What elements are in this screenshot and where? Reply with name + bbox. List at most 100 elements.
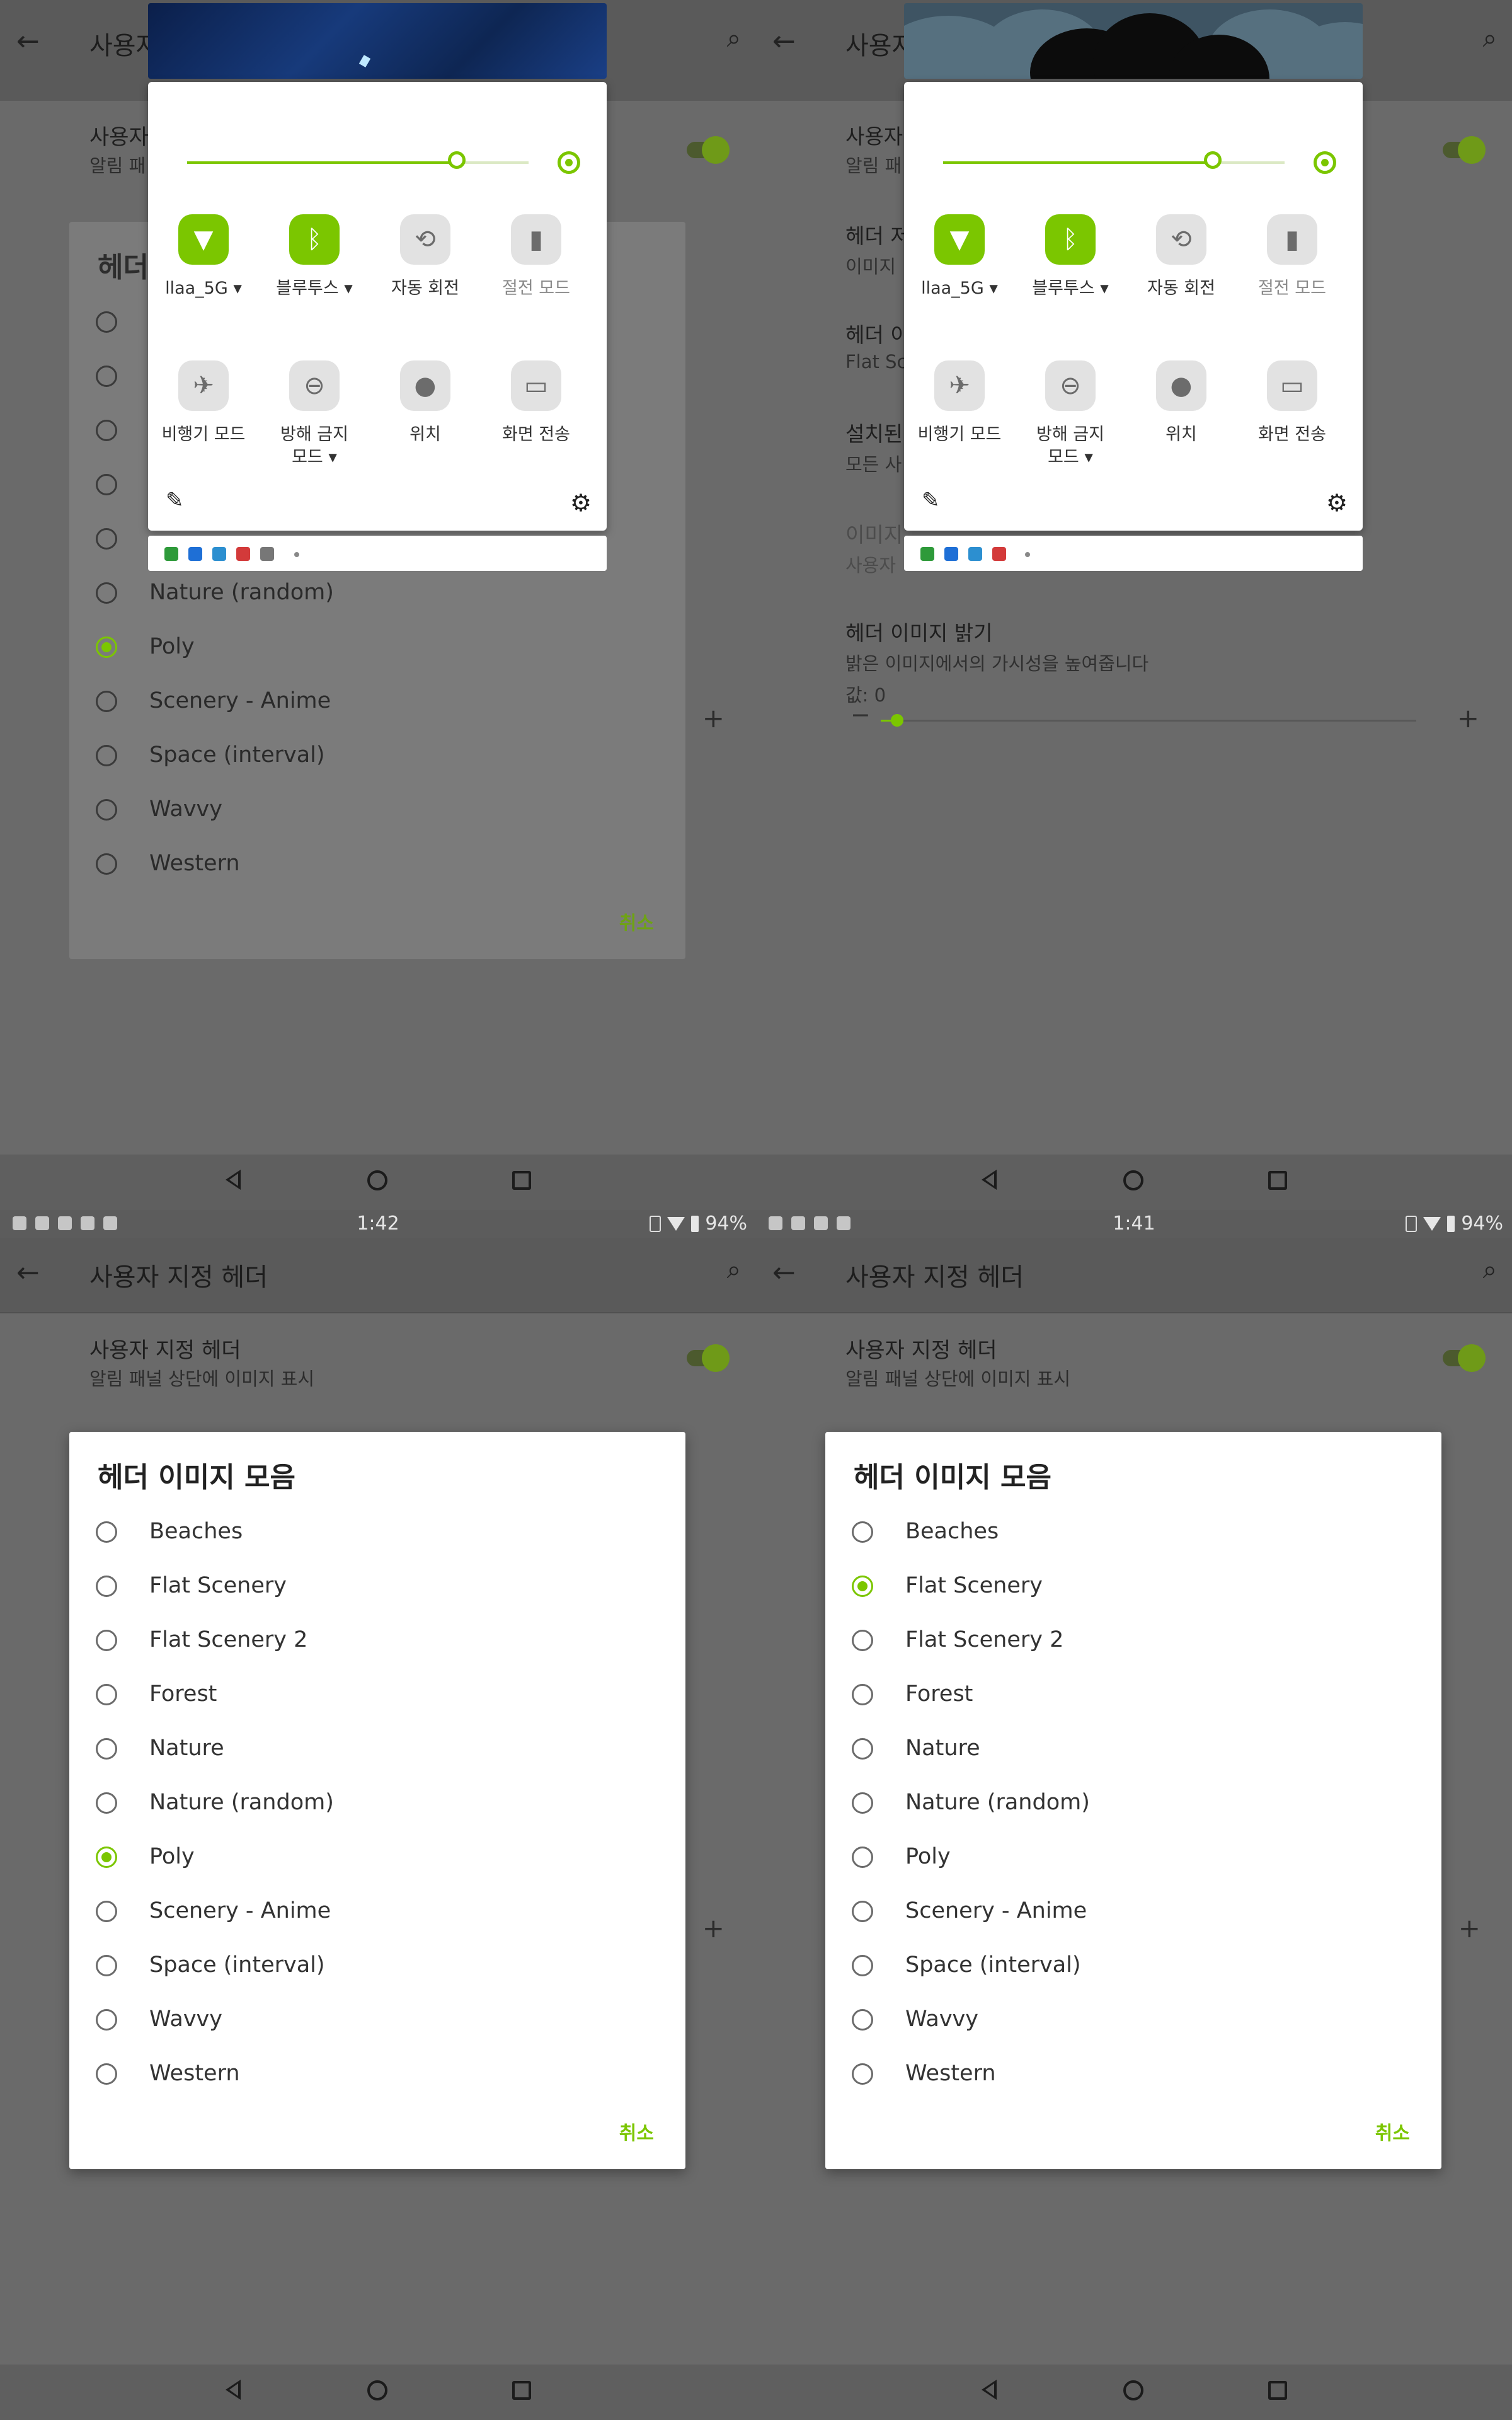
option-forest[interactable]: Forest [96, 1676, 663, 1731]
option-flat-scenery[interactable]: Flat Scenery [96, 1568, 663, 1622]
radio-icon[interactable] [852, 2009, 873, 2031]
edit-pencil-icon[interactable]: ✎ [166, 488, 184, 513]
tile-airplane[interactable]: ✈ 비행기 모드 [904, 360, 1015, 499]
edit-pencil-icon[interactable]: ✎ [922, 488, 940, 513]
search-icon[interactable]: ⌕ [727, 24, 741, 53]
location-icon[interactable]: ● [400, 360, 450, 411]
option-space-interval[interactable]: Space (interval) [852, 1947, 1419, 2002]
nav-recents-icon[interactable] [512, 2381, 531, 2400]
nav-home-icon[interactable] [1123, 2380, 1143, 2400]
minus-icon[interactable]: − [850, 701, 871, 729]
pref-header-image[interactable]: 헤더 이 [845, 318, 910, 349]
tile-cast[interactable]: ▭ 화면 전송 [481, 360, 592, 499]
option-beaches[interactable]: Beaches [852, 1514, 1419, 1568]
radio-checked-icon[interactable] [852, 1576, 873, 1597]
nav-recents-icon[interactable] [1268, 1171, 1287, 1190]
nav-recents-icon[interactable] [1268, 2381, 1287, 2400]
option-wavvy[interactable]: Wavvy [96, 2002, 663, 2056]
nav-recents-icon[interactable] [512, 1171, 531, 1190]
option-western[interactable]: Western [96, 2056, 663, 2110]
cancel-button[interactable]: 취소 [619, 908, 654, 935]
tile-location[interactable]: ● 위치 [1126, 360, 1237, 499]
radio-icon[interactable] [852, 1738, 873, 1760]
option-space-interval[interactable]: Space (interval) [96, 737, 663, 792]
back-arrow-icon[interactable]: ← [16, 1257, 40, 1289]
tile-cast[interactable]: ▭ 화면 전송 [1237, 360, 1348, 499]
radio-icon[interactable] [852, 1955, 873, 1976]
auto-brightness-icon[interactable] [558, 151, 580, 174]
nav-back-icon[interactable] [226, 1170, 241, 1190]
radio-checked-icon[interactable] [96, 1847, 117, 1868]
notification-icons-strip[interactable] [148, 536, 607, 571]
custom-header-toggle[interactable] [1443, 136, 1486, 164]
auto-rotate-icon[interactable]: ⟲ [400, 214, 450, 265]
cast-icon[interactable]: ▭ [511, 360, 561, 411]
radio-icon[interactable] [96, 420, 117, 441]
radio-icon[interactable] [96, 1684, 117, 1705]
tile-bluetooth[interactable]: ᛒ 블루투스 ▾ [259, 214, 370, 353]
option-nature-random[interactable]: Nature (random) [852, 1785, 1419, 1839]
option-nature[interactable]: Nature [96, 1731, 663, 1785]
auto-rotate-icon[interactable]: ⟲ [1156, 214, 1206, 265]
tile-wifi[interactable]: ▼ llaa_5G ▾ [904, 214, 1015, 353]
tile-do-not-disturb[interactable]: ⊖ 방해 금지 모드 ▾ [259, 360, 370, 499]
slider-thumb-icon[interactable] [890, 714, 903, 727]
tile-location[interactable]: ● 위치 [370, 360, 481, 499]
radio-icon[interactable] [96, 1901, 117, 1922]
battery-saver-icon[interactable]: ▮ [1267, 214, 1317, 265]
radio-icon[interactable] [96, 1630, 117, 1651]
radio-icon[interactable] [852, 2063, 873, 2085]
radio-icon[interactable] [96, 2009, 117, 2031]
airplane-icon[interactable]: ✈ [934, 360, 985, 411]
radio-icon[interactable] [852, 1630, 873, 1651]
option-flat-scenery-2[interactable]: Flat Scenery 2 [852, 1622, 1419, 1676]
airplane-icon[interactable]: ✈ [178, 360, 229, 411]
cancel-button[interactable]: 취소 [619, 2118, 654, 2145]
radio-icon[interactable] [96, 1738, 117, 1760]
option-wavvy[interactable]: Wavvy [852, 2002, 1419, 2056]
radio-icon[interactable] [96, 1792, 117, 1814]
battery-saver-icon[interactable]: ▮ [511, 214, 561, 265]
option-scenery-anime[interactable]: Scenery - Anime [96, 683, 663, 737]
settings-gear-icon[interactable]: ⚙ [570, 489, 592, 517]
custom-header-toggle[interactable] [1443, 1344, 1486, 1372]
radio-icon[interactable] [96, 1576, 117, 1597]
radio-icon[interactable] [96, 582, 117, 604]
notification-icons-strip[interactable] [904, 536, 1363, 571]
radio-icon[interactable] [96, 853, 117, 875]
custom-header-toggle[interactable] [687, 136, 730, 164]
option-forest[interactable]: Forest [852, 1676, 1419, 1731]
radio-icon[interactable] [96, 1521, 117, 1543]
option-beaches[interactable]: Beaches [96, 1514, 663, 1568]
option-western[interactable]: Western [852, 2056, 1419, 2110]
brightness-thumb-icon[interactable] [1204, 151, 1222, 169]
brightness-slider[interactable] [187, 151, 529, 169]
plus-icon[interactable]: + [702, 1913, 724, 1944]
bluetooth-icon[interactable]: ᛒ [289, 214, 340, 265]
tile-do-not-disturb[interactable]: ⊖ 방해 금지 모드 ▾ [1015, 360, 1126, 499]
nav-back-icon[interactable] [982, 1170, 997, 1190]
tile-wifi[interactable]: ▼ llaa_5G ▾ [148, 214, 259, 353]
radio-icon[interactable] [96, 528, 117, 550]
option-western[interactable]: Western [96, 846, 663, 900]
option-nature-random[interactable]: Nature (random) [96, 575, 663, 629]
back-arrow-icon[interactable]: ← [772, 1257, 796, 1289]
radio-icon[interactable] [96, 474, 117, 495]
option-nature[interactable]: Nature [852, 1731, 1419, 1785]
radio-icon[interactable] [96, 691, 117, 712]
nav-home-icon[interactable] [367, 1170, 387, 1190]
option-poly[interactable]: Poly [96, 629, 663, 683]
auto-brightness-icon[interactable] [1314, 151, 1336, 174]
wifi-icon[interactable]: ▼ [178, 214, 229, 265]
radio-icon[interactable] [96, 799, 117, 821]
location-icon[interactable]: ● [1156, 360, 1206, 411]
plus-icon[interactable]: + [702, 703, 724, 734]
option-poly[interactable]: Poly [96, 1839, 663, 1893]
search-icon[interactable]: ⌕ [727, 1255, 741, 1284]
nav-home-icon[interactable] [367, 2380, 387, 2400]
radio-icon[interactable] [96, 311, 117, 333]
radio-icon[interactable] [96, 745, 117, 766]
plus-icon[interactable]: + [1458, 1913, 1480, 1944]
radio-icon[interactable] [852, 1684, 873, 1705]
wifi-icon[interactable]: ▼ [934, 214, 985, 265]
